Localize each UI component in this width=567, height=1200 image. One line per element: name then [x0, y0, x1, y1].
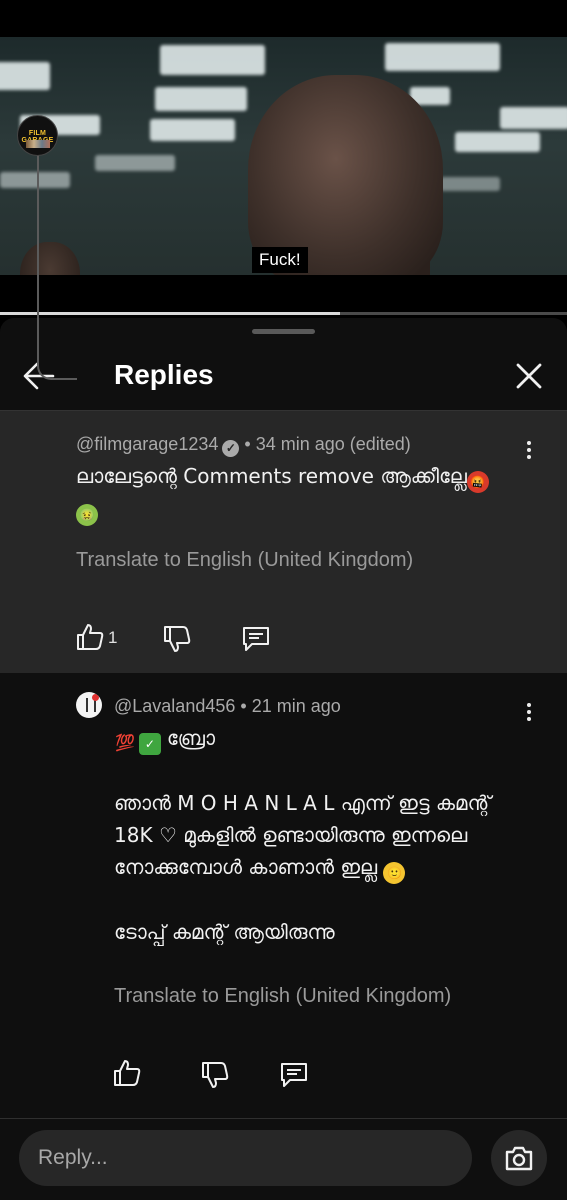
avatar[interactable]	[76, 692, 102, 718]
comment-line: ബ്രോ	[166, 726, 216, 750]
avatar-image-strip	[26, 140, 50, 148]
reply-input[interactable]: Reply...	[19, 1130, 472, 1186]
parent-comment-meta: @filmgarage1234 ✓ • 34 min ago (edited)	[76, 434, 411, 457]
translate-link[interactable]: Translate to English (United Kingdom)	[76, 549, 413, 572]
comment-line: ഞാൻ M O H A N L A L എന്ന് ഇട്ട കമന്റ്	[114, 791, 491, 815]
ceiling-light	[440, 177, 500, 191]
parent-comment-text: ലാലേട്ടന്റെ Comments remove ആക്കീല്ലേ 🤬 🤢	[76, 460, 536, 526]
close-button[interactable]	[513, 360, 545, 392]
ceiling-light	[385, 43, 500, 71]
thread-connector-line	[37, 146, 77, 380]
comment-icon	[243, 627, 269, 651]
close-icon	[516, 363, 542, 389]
reply-comment-text: 💯 ✓ ബ്രോ ഞാൻ M O H A N L A L എന്ന് ഇട്ട കമ…	[114, 722, 544, 948]
more-vert-icon-dot	[527, 710, 531, 714]
video-subtitle: Fuck!	[252, 247, 308, 273]
comment-time: 34 min ago (edited)	[255, 434, 411, 454]
reply-button[interactable]	[279, 1060, 309, 1090]
reply-comment-meta: @Lavaland456 • 21 min ago	[114, 696, 341, 717]
angry-emoji-icon: 🤬	[466, 471, 489, 493]
ceiling-light	[0, 62, 50, 90]
thumbs-down-icon	[164, 626, 191, 652]
verified-icon: ✓	[222, 440, 240, 457]
comment-line: 18K	[114, 823, 153, 847]
translate-link[interactable]: Translate to English (United Kingdom)	[114, 985, 451, 1008]
more-vert-icon-dot	[527, 448, 531, 452]
thumbs-up-icon	[77, 624, 104, 650]
video-progress-bar[interactable]	[0, 312, 567, 315]
man-head	[248, 75, 443, 275]
more-vert-icon-dot	[527, 717, 531, 721]
comment-line: ടോപ്പ് കമന്റ് ആയിരുന്നു	[114, 920, 335, 944]
ceiling-light	[455, 132, 540, 152]
meta-separator: •	[240, 696, 247, 716]
comment-time: 21 min ago	[251, 696, 341, 716]
ceiling-light	[150, 119, 235, 141]
hundred-points-icon: 💯	[115, 733, 135, 752]
avatar-dot	[92, 694, 99, 701]
camera-button[interactable]	[491, 1130, 547, 1186]
ceiling-light	[155, 87, 247, 111]
nauseated-emoji-icon: 🤢	[76, 504, 98, 526]
avatar[interactable]: FILM GARAGE	[17, 115, 58, 156]
white-heart-icon: ♡	[158, 823, 177, 847]
reply-bar-divider	[0, 1118, 567, 1119]
dislike-button[interactable]	[200, 1060, 230, 1090]
page-title: Replies	[114, 359, 214, 390]
comment-line: മുകളിൽ ഉണ്ടായിരുന്നു ഇന്നലെ	[183, 823, 468, 847]
dislike-button[interactable]	[162, 624, 192, 654]
check-mark-icon: ✓	[138, 733, 161, 755]
drag-handle[interactable]	[252, 329, 315, 334]
ceiling-light	[500, 107, 567, 129]
comment-icon	[281, 1063, 307, 1087]
thumbs-up-icon	[114, 1060, 141, 1086]
smile-emoji-icon: 🙂	[383, 862, 406, 884]
thumbs-down-icon	[202, 1062, 229, 1088]
like-button[interactable]	[75, 622, 105, 652]
meta-separator: •	[244, 434, 251, 454]
comment-line: നോക്കുമ്പോൾ കാണാൻ ഇല്ല	[114, 855, 378, 879]
comment-author[interactable]: @filmgarage1234	[76, 434, 218, 454]
more-vert-icon-dot	[527, 455, 531, 459]
ceiling-light	[160, 45, 265, 75]
comment-line: ലാലേട്ടന്റെ Comments remove ആക്കീല്ലേ	[76, 464, 467, 488]
like-button[interactable]	[112, 1058, 142, 1088]
more-vert-icon	[527, 703, 531, 707]
reply-button[interactable]	[241, 624, 271, 654]
video-player[interactable]	[0, 37, 567, 275]
comment-author[interactable]: @Lavaland456	[114, 696, 235, 716]
camera-icon	[505, 1146, 533, 1171]
replies-header: Replies	[0, 343, 567, 409]
like-count: 1	[108, 628, 118, 647]
ceiling-light	[95, 155, 175, 171]
more-vert-icon	[527, 441, 531, 445]
